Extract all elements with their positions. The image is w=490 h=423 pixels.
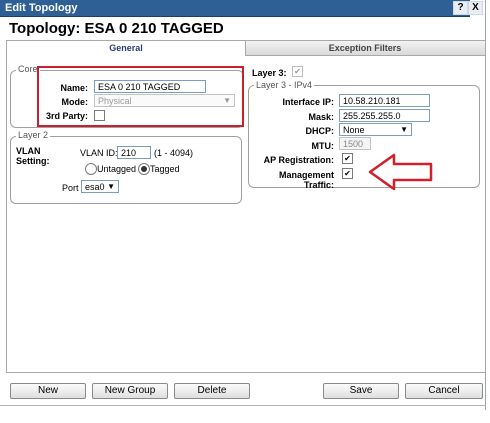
- ap-registration-checkbox[interactable]: ✔: [342, 153, 353, 164]
- untagged-radio[interactable]: [85, 163, 97, 175]
- mask-label: Mask:: [308, 112, 334, 122]
- cancel-button[interactable]: Cancel: [405, 383, 483, 399]
- dhcp-value: None: [343, 125, 365, 135]
- core-legend: Core: [16, 64, 40, 74]
- port-label: Port: [62, 183, 79, 193]
- management-traffic-checkbox[interactable]: ✔: [342, 168, 353, 179]
- ipv4-legend: Layer 3 - IPv4: [254, 80, 315, 90]
- window-title: Edit Topology: [5, 2, 78, 14]
- delete-button[interactable]: Delete: [174, 383, 250, 399]
- vlan-id-label: VLAN ID:: [80, 148, 118, 158]
- layer3-label: Layer 3:: [252, 68, 287, 78]
- mtu-label: MTU:: [311, 141, 335, 151]
- interface-ip-field[interactable]: 10.58.210.181: [339, 94, 430, 107]
- save-button[interactable]: Save: [323, 383, 399, 399]
- window-bottom-border: [0, 405, 486, 406]
- tab-general[interactable]: General: [6, 40, 246, 56]
- vlan-range-hint: (1 - 4094): [154, 148, 194, 158]
- help-button[interactable]: ?: [453, 1, 468, 15]
- dhcp-select[interactable]: None ▼: [339, 123, 412, 136]
- page-title: Topology: ESA 0 210 TAGGED: [9, 20, 224, 37]
- highlight-box: [37, 66, 244, 127]
- port-select[interactable]: esa0 ▼: [81, 180, 119, 193]
- chevron-down-icon: ▼: [400, 125, 408, 134]
- layer2-legend: Layer 2: [16, 130, 51, 140]
- layer3-checkbox[interactable]: ✔: [292, 66, 303, 77]
- port-value: esa0: [85, 182, 105, 192]
- management-traffic-label: Management Traffic:: [278, 170, 334, 190]
- close-button[interactable]: X: [468, 1, 483, 15]
- dhcp-label: DHCP:: [305, 126, 335, 136]
- mask-field[interactable]: 255.255.255.0: [339, 109, 430, 122]
- tab-exception-filters[interactable]: Exception Filters: [244, 40, 486, 55]
- chevron-down-icon: ▼: [107, 182, 115, 191]
- window-titlebar: Edit Topology ? X: [0, 0, 483, 17]
- tagged-radio[interactable]: [138, 163, 150, 175]
- vlan-setting-label: VLAN Setting:: [16, 146, 50, 166]
- annotation-arrow-icon: [368, 153, 433, 191]
- vlan-id-field[interactable]: 210: [117, 146, 151, 159]
- mtu-field[interactable]: 1500: [339, 137, 371, 150]
- ap-registration-label: AP Registration:: [263, 155, 334, 165]
- interface-ip-label: Interface IP:: [282, 97, 334, 107]
- new-button[interactable]: New: [10, 383, 86, 399]
- new-group-button[interactable]: New Group: [92, 383, 168, 399]
- untagged-label: Untagged: [97, 164, 137, 174]
- tagged-label: Tagged: [150, 164, 180, 174]
